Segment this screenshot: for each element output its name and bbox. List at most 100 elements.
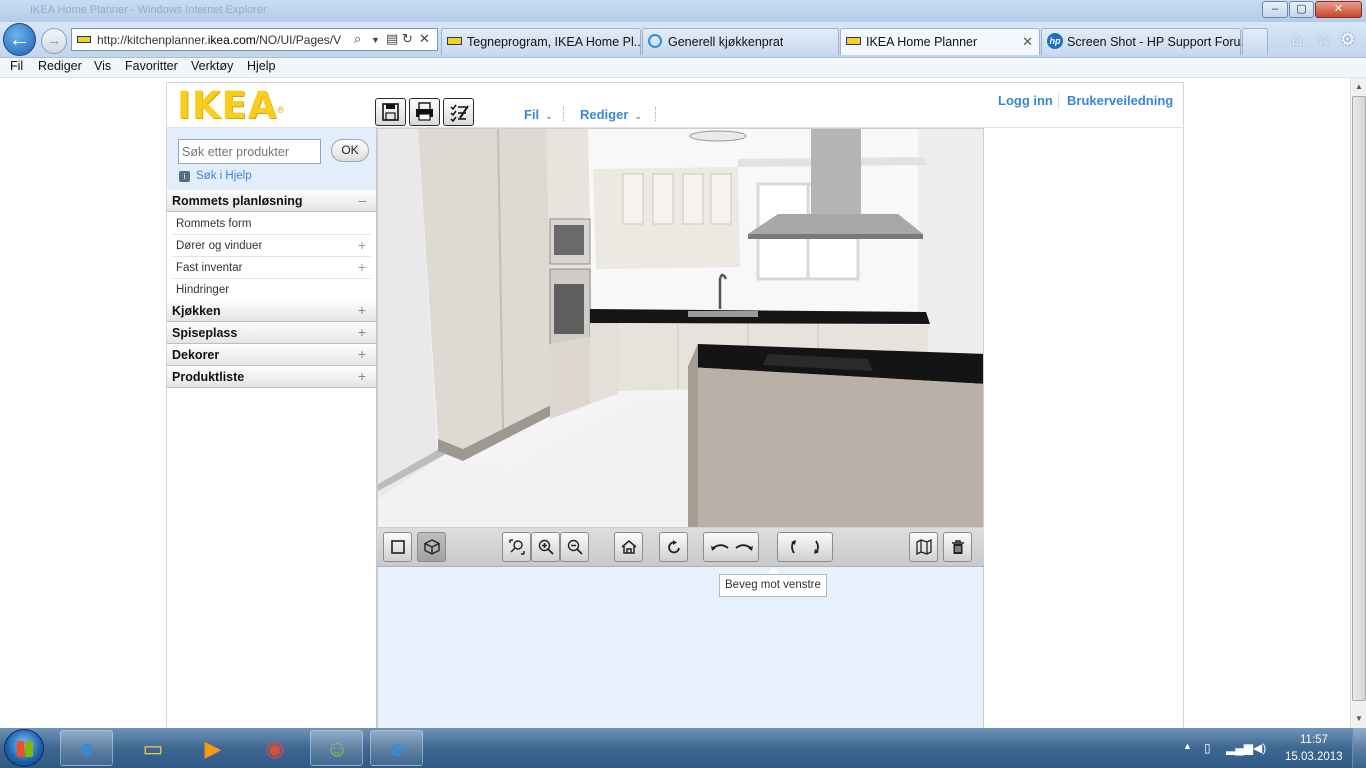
logo-text: IKEA (177, 84, 278, 127)
taskbar-messenger[interactable]: ☺ (310, 730, 363, 766)
tray-device-icon[interactable]: ▯ (1204, 741, 1211, 755)
search-help-link[interactable]: Søk i Hjelp (196, 170, 252, 182)
taskbar-explorer[interactable]: ▭ (126, 730, 179, 766)
menu-verktoy[interactable]: Verktøy (191, 59, 233, 73)
tray-expand-icon[interactable]: ▲ (1183, 741, 1192, 751)
2d-view-button[interactable] (383, 532, 412, 562)
stop-icon[interactable]: ✕ (419, 31, 430, 47)
tab-ikea-home-planner[interactable]: IKEA Home Planner ✕ (840, 28, 1040, 55)
collapse-icon: – (358, 192, 366, 208)
page-content: IKEA® Fil ⌄ Rediger ⌄ Logg inn Brukervei… (0, 78, 1350, 728)
home-view-button[interactable] (614, 532, 643, 562)
scroll-down-icon[interactable]: ▼ (1355, 714, 1363, 723)
menu-vis[interactable]: Vis (94, 59, 111, 73)
product-search-input[interactable] (178, 139, 321, 164)
sidebar-item-label: Hindringer (176, 284, 230, 296)
address-bar[interactable]: http://kitchenplanner.ikea.com/NO/UI/Pag… (71, 28, 438, 51)
zoom-in-button[interactable] (531, 532, 560, 562)
back-button[interactable]: ← (3, 23, 36, 56)
pan-arrows-icon (711, 544, 753, 551)
checklist-button[interactable] (443, 98, 474, 126)
home-icon[interactable]: ⌂ (1292, 30, 1302, 50)
menu-hjelp[interactable]: Hjelp (247, 59, 276, 73)
app-menu-fil-label: Fil (524, 107, 540, 122)
checklist-icon (450, 104, 469, 123)
section-label: Produktliste (172, 370, 245, 384)
reset-rotation-button[interactable] (659, 532, 688, 562)
3d-view-button[interactable] (417, 532, 446, 562)
menu-fil[interactable]: Fil (10, 59, 23, 73)
app-menu-rediger[interactable]: Rediger ⌄ (580, 107, 642, 122)
app-menu-fil[interactable]: Fil ⌄ (524, 107, 553, 122)
tab-tegneprogram[interactable]: Tegneprogram, IKEA Home Pl... (441, 28, 645, 55)
menu-rediger[interactable]: Rediger (38, 59, 82, 73)
taskbar-ie-active[interactable]: e (370, 730, 423, 766)
sidebar-item-fixtures[interactable]: Fast inventar + (172, 257, 371, 279)
volume-icon[interactable]: ◀) (1253, 741, 1266, 755)
expand-icon: + (357, 237, 366, 253)
tab-hp-support[interactable]: hp Screen Shot - HP Support Foru... (1041, 28, 1251, 55)
tab-label: Screen Shot - HP Support Foru... (1067, 35, 1251, 49)
clock-date[interactable]: 15.03.2013 (1285, 751, 1343, 763)
sidebar-item-doors-windows[interactable]: Dører og vinduer + (172, 235, 371, 257)
zoom-fit-button[interactable] (502, 532, 531, 562)
close-window-button[interactable]: ✕ (1315, 1, 1362, 18)
sidebar-item-label: Rommets form (176, 218, 252, 230)
tools-gear-icon[interactable]: ⚙ (1340, 30, 1355, 50)
save-button[interactable] (375, 98, 406, 126)
sidebar-item-room-shape[interactable]: Rommets form (172, 213, 371, 235)
section-room-layout[interactable]: Rommets planløsning – (167, 190, 376, 212)
print-button[interactable] (409, 98, 440, 126)
forward-button[interactable]: → (41, 28, 67, 54)
taskbar-media-player[interactable]: ▶ (186, 730, 239, 766)
clock-time[interactable]: 11:57 (1300, 734, 1328, 746)
section-kitchen[interactable]: Kjøkken + (167, 300, 376, 322)
kitchen-3d-view[interactable] (377, 128, 984, 528)
section-product-list[interactable]: Produktliste + (167, 366, 376, 388)
search-ok-button[interactable]: OK (331, 139, 369, 162)
section-decor[interactable]: Dekorer + (167, 344, 376, 366)
tilt-up-down-buttons[interactable] (777, 532, 833, 562)
network-signal-icon[interactable]: ▂▄▆ (1226, 741, 1253, 755)
save-icon (382, 103, 399, 121)
tab-generell[interactable]: Generell kjøkkenprat (642, 28, 839, 55)
menu-favoritter[interactable]: Favoritter (125, 59, 178, 73)
delete-button[interactable] (943, 532, 972, 562)
expand-icon: + (357, 302, 366, 318)
app-menu-rediger-label: Rediger (580, 107, 629, 122)
browser-menubar: Fil Rediger Vis Favoritter Verktøy Hjelp (0, 58, 1366, 78)
ie-icon: e (80, 736, 94, 761)
address-url[interactable]: http://kitchenplanner.ikea.com/NO/UI/Pag… (97, 33, 353, 47)
chrome-icon: ◉ (265, 736, 285, 761)
maximize-button[interactable]: ▢ (1289, 1, 1314, 18)
search-icon[interactable]: ⌕ (354, 31, 361, 47)
section-dining[interactable]: Spiseplass + (167, 322, 376, 344)
pan-left-right-buttons[interactable] (703, 532, 759, 562)
new-tab-button[interactable] (1242, 28, 1268, 55)
show-desktop-button[interactable] (1352, 728, 1366, 768)
tab-label: Generell kjøkkenprat (668, 35, 784, 49)
favorites-star-icon[interactable]: ☆ (1316, 30, 1331, 50)
minimize-button[interactable]: – (1262, 1, 1288, 18)
scroll-thumb[interactable] (1352, 96, 1366, 701)
section-label: Spiseplass (172, 326, 238, 340)
taskbar-chrome[interactable]: ◉ (248, 730, 301, 766)
refresh-icon[interactable]: ↻ (402, 31, 413, 47)
user-guide-link[interactable]: Brukerveiledning (1067, 93, 1173, 108)
close-tab-icon[interactable]: ✕ (1022, 34, 1033, 50)
taskbar-ie-pinned[interactable]: e (60, 730, 113, 766)
floorplan-button[interactable] (909, 532, 938, 562)
link-separator (1058, 93, 1059, 109)
tab-label: Tegneprogram, IKEA Home Pl... (467, 35, 645, 49)
section-label: Kjøkken (172, 304, 221, 318)
login-link[interactable]: Logg inn (998, 93, 1053, 108)
sidebar-item-obstacles[interactable]: Hindringer (172, 279, 371, 301)
start-button[interactable] (4, 729, 44, 767)
tilt-arrows-icon (791, 540, 819, 554)
compat-view-icon[interactable]: ▤ (386, 31, 398, 47)
zoom-out-button[interactable] (560, 532, 589, 562)
scroll-up-icon[interactable]: ▲ (1355, 82, 1363, 91)
dropdown-arrow-icon[interactable]: ▼ (371, 35, 380, 45)
sidebar-item-label: Fast inventar (176, 262, 243, 274)
page-scrollbar[interactable]: ▲ ▼ (1350, 78, 1366, 728)
